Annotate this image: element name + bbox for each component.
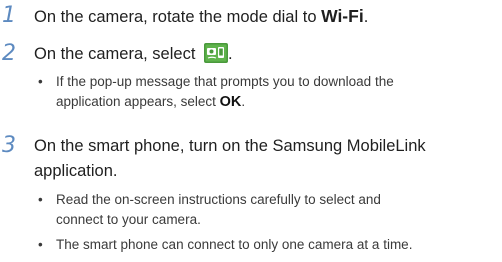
mode-wifi-label: Wi-Fi bbox=[321, 6, 364, 26]
mobilelink-app-icon bbox=[204, 43, 228, 63]
step-number: 3 bbox=[2, 133, 16, 158]
step-line: application. bbox=[34, 162, 118, 180]
bullet-text: Read the on-screen instructions carefull… bbox=[56, 190, 381, 230]
step-text-part: . bbox=[363, 8, 369, 26]
bullet-text: If the pop-up message that prompts you t… bbox=[56, 72, 394, 112]
bullet-glyph: • bbox=[38, 192, 43, 207]
step-text-part: On the camera, rotate the mode dial to bbox=[34, 8, 322, 26]
bullet-text: The smart phone can connect to only one … bbox=[56, 235, 412, 255]
step-line: On the smart phone, turn on the Samsung … bbox=[34, 137, 426, 155]
bullet-line: If the pop-up message that prompts you t… bbox=[56, 74, 394, 89]
bullet-line: . bbox=[241, 94, 246, 109]
bullet-line: Read the on-screen instructions carefull… bbox=[56, 192, 381, 207]
step-text: On the camera, select . bbox=[34, 42, 233, 67]
step-number: 2 bbox=[2, 41, 16, 66]
step-number: 1 bbox=[2, 3, 16, 28]
step-text-part: On the camera, select bbox=[34, 45, 200, 63]
step-text: On the smart phone, turn on the Samsung … bbox=[34, 134, 426, 184]
step-text: On the camera, rotate the mode dial to W… bbox=[34, 4, 368, 30]
bullet-line: connect to your camera. bbox=[56, 212, 201, 227]
bullet-glyph: • bbox=[38, 74, 43, 89]
ok-label: OK bbox=[219, 94, 242, 110]
bullet-line: application appears, select bbox=[56, 94, 220, 109]
step-text-part: . bbox=[228, 45, 233, 63]
bullet-glyph: • bbox=[38, 237, 43, 252]
bullet-line: The smart phone can connect to only one … bbox=[56, 237, 413, 252]
